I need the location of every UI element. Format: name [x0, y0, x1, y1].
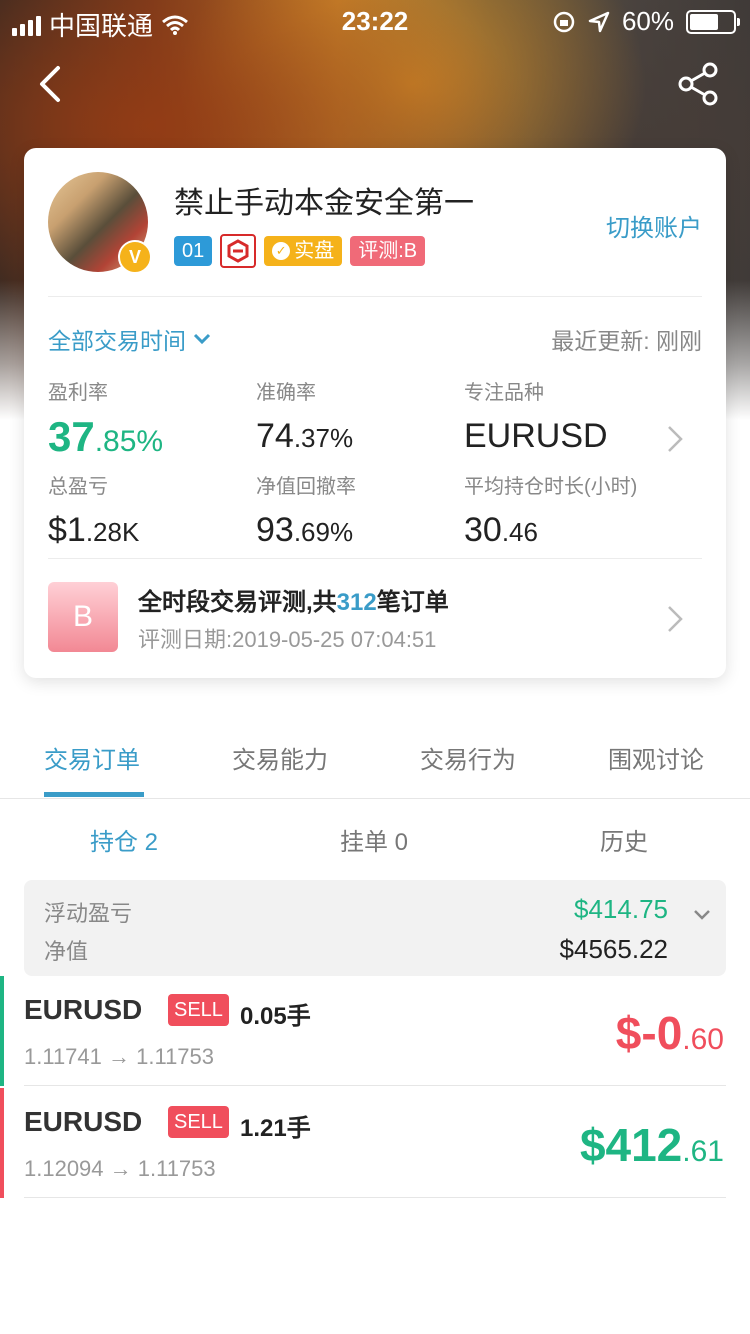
position-lots: 0.05手: [240, 1003, 311, 1030]
stat-label: 准确率: [256, 382, 316, 404]
divider: [48, 558, 702, 559]
position-pnl-frac: .60: [682, 1023, 724, 1056]
stat-label: 净值回撤率: [256, 476, 356, 498]
stat-value-int: 74: [256, 417, 294, 455]
evaluation-title[interactable]: 全时段交易评测,共312笔订单: [138, 582, 449, 617]
tab-ability[interactable]: 交易能力: [232, 740, 328, 775]
stat-value: 37.85%: [48, 413, 163, 461]
stat-total-pnl: 总盈亏 $1.28K: [48, 470, 139, 550]
stat-value-frac: .28K: [85, 517, 140, 547]
stat-label: 专注品种: [464, 382, 544, 404]
position-side-badge: SELL: [168, 994, 229, 1026]
stat-accuracy: 准确率 74.37%: [256, 376, 353, 456]
account-name: 禁止手动本金安全第一: [174, 187, 474, 220]
chevron-right-icon[interactable]: [666, 424, 684, 454]
evaluation-date: 评测日期:2019-05-25 07:04:51: [138, 627, 437, 652]
tab-behavior[interactable]: 交易行为: [420, 740, 516, 775]
rotation-lock-icon: [553, 11, 575, 32]
subtab-pending[interactable]: 挂单 0: [340, 822, 408, 857]
chevron-right-icon[interactable]: [666, 604, 684, 634]
order-subtabs: 持仓 2 挂单 0 历史: [0, 822, 750, 862]
last-updated: 最近更新: 刚刚: [551, 322, 702, 356]
positions-summary[interactable]: 浮动盈亏 $414.75 净值 $4565.22: [24, 880, 726, 976]
stat-value-int: 37: [48, 413, 95, 460]
tag-list: 01 ✓ 实盘 评测:B: [174, 234, 426, 268]
row-divider: [24, 1085, 726, 1086]
main-tabs: 交易订单 交易能力 交易行为 围观讨论: [0, 720, 750, 799]
position-pnl: $-0.60: [616, 1006, 724, 1060]
verified-badge: V: [118, 240, 152, 274]
stat-value-frac: .46: [501, 517, 538, 547]
evaluation-grade-badge: B: [48, 582, 118, 652]
chevron-down-icon: [193, 333, 211, 345]
subtab-positions[interactable]: 持仓 2: [90, 822, 158, 857]
broker-logo-icon: [220, 234, 257, 268]
stat-value-frac: .69%: [293, 517, 354, 547]
position-symbol: EURUSD: [24, 1106, 143, 1137]
equity-value: $4565.22: [559, 934, 668, 964]
stat-label: 盈利率: [48, 382, 108, 404]
chevron-down-icon[interactable]: [692, 908, 712, 922]
stat-profit-rate: 盈利率 37.85%: [48, 376, 163, 461]
real-account-label: 实盘: [294, 240, 335, 262]
updated-label: 最近更新:: [551, 328, 650, 354]
floating-pnl-value: $414.75: [574, 894, 668, 924]
equity-label: 净值: [44, 939, 89, 964]
evaluation-tag: 评测:B: [350, 236, 426, 266]
divider: [48, 296, 702, 297]
time-range-dropdown[interactable]: 全部交易时间: [48, 322, 212, 356]
stat-value-int: $1: [48, 511, 86, 549]
stat-value-int: 30: [464, 511, 502, 549]
position-indicator-bar: [0, 1088, 4, 1198]
account-number-tag: 01: [174, 236, 213, 266]
evaluation-order-count: 312: [336, 589, 377, 616]
position-pnl-frac: .61: [682, 1135, 724, 1168]
tab-discussion[interactable]: 围观讨论: [608, 740, 704, 775]
stat-value: EURUSD: [464, 417, 608, 455]
active-tab-indicator: [44, 792, 144, 797]
stat-value: $1.28K: [48, 511, 139, 550]
position-pnl-int: $-0: [615, 1007, 683, 1059]
status-bar: 中国联通 23:22 60%: [0, 0, 750, 42]
avatar[interactable]: V: [48, 172, 152, 274]
stat-value: 30.46: [464, 511, 637, 550]
row-divider: [24, 1197, 726, 1198]
stat-label: 平均持仓时长(小时): [464, 476, 638, 498]
stat-avg-hold: 平均持仓时长(小时) 30.46: [464, 470, 637, 550]
battery-percent: 60%: [621, 6, 674, 36]
position-pnl-int: $412: [579, 1119, 683, 1171]
stat-label: 总盈亏: [48, 476, 108, 498]
share-icon[interactable]: [674, 60, 722, 108]
switch-account-link[interactable]: 切换账户: [606, 208, 702, 243]
back-arrow-icon[interactable]: [30, 62, 74, 106]
profile-card: V 禁止手动本金安全第一 切换账户 01 ✓ 实盘 评测:B 全部交易时间 最近…: [24, 148, 726, 678]
time-range-label: 全部交易时间: [48, 328, 186, 354]
position-row[interactable]: EURUSD SELL 1.21手 1.12094 → 1.11753 $412…: [0, 1088, 750, 1198]
stat-value-int: 93: [256, 511, 294, 549]
tab-orders[interactable]: 交易订单: [44, 740, 140, 775]
position-symbol: EURUSD: [24, 994, 143, 1025]
stat-value-frac: .37%: [293, 423, 354, 453]
stat-drawdown: 净值回撤率 93.69%: [256, 470, 356, 550]
evaluation-title-prefix: 全时段交易评测,共: [138, 589, 337, 616]
subtab-history[interactable]: 历史: [600, 822, 648, 857]
position-indicator-bar: [0, 976, 4, 1086]
position-prices: 1.11741 → 1.11753: [24, 1044, 215, 1069]
position-lots: 1.21手: [240, 1115, 311, 1142]
stat-value: 93.69%: [256, 511, 356, 550]
battery-icon: [686, 9, 740, 34]
location-icon: [588, 11, 610, 32]
position-prices: 1.12094 → 1.11753: [24, 1156, 216, 1181]
position-side-badge: SELL: [168, 1106, 229, 1138]
floating-pnl-label: 浮动盈亏: [44, 901, 133, 926]
position-row[interactable]: EURUSD SELL 0.05手 1.11741 → 1.11753 $-0.…: [0, 976, 750, 1086]
check-shield-icon: ✓: [272, 242, 291, 260]
updated-value: 刚刚: [656, 328, 702, 354]
real-account-tag: ✓ 实盘: [264, 236, 343, 266]
stat-value-frac: .85%: [94, 425, 164, 458]
evaluation-title-suffix: 笔订单: [376, 589, 449, 616]
stat-focus-symbol[interactable]: 专注品种 EURUSD: [464, 376, 608, 456]
stat-value: 74.37%: [256, 417, 353, 456]
position-pnl: $412.61: [580, 1118, 724, 1172]
